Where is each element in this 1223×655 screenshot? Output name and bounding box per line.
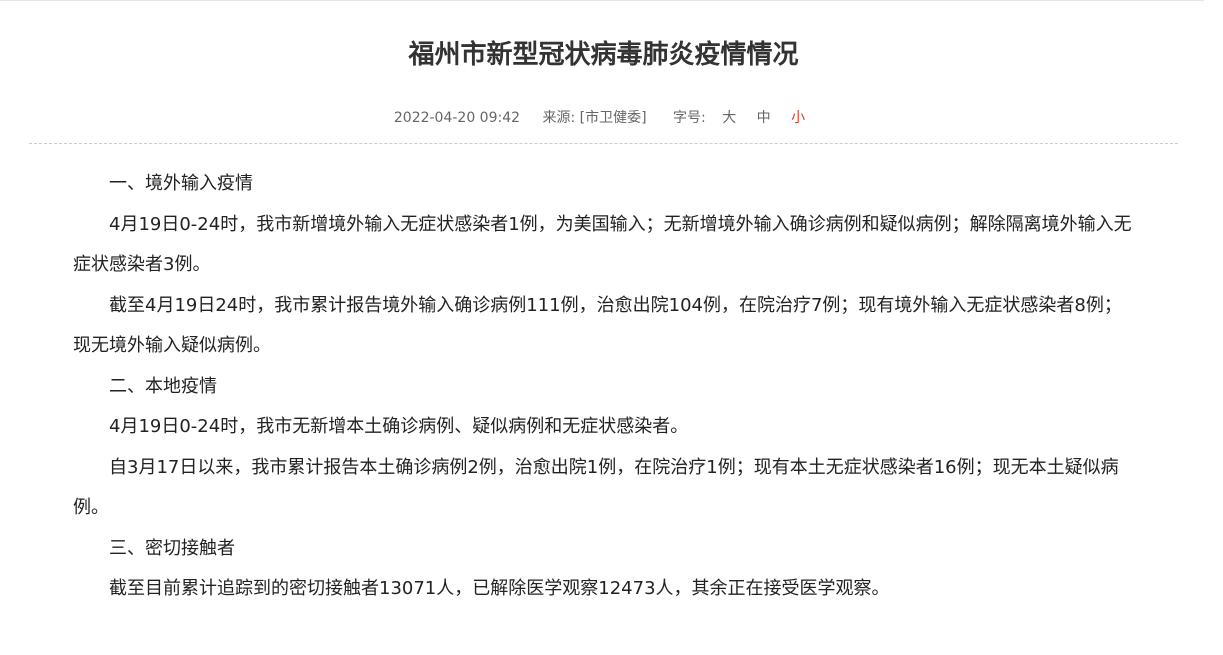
- section-heading-local: 二、本地疫情: [109, 375, 217, 397]
- section-heading-imported: 一、境外输入疫情: [109, 173, 253, 194]
- article-body: 一、境外输入疫情 4月19日0-24时，我市新增境外输入无症状感染者1例，为美国…: [29, 164, 1178, 610]
- article-container: 福州市新型冠状病毒肺炎疫情情况 2022-04-20 09:42 来源: [市卫…: [29, 0, 1178, 610]
- paragraph-local-daily: 4月19日0-24时，我市无新增本土确诊病例、疑似病例和无症状感染者。: [109, 416, 689, 437]
- article-source: 来源: [市卫健委]: [542, 110, 647, 126]
- section-heading-contacts: 三、密切接触者: [109, 537, 235, 559]
- font-size-small-button[interactable]: 小: [791, 108, 805, 128]
- font-size-large-button[interactable]: 大: [722, 108, 736, 128]
- font-size-label: 字号:: [673, 110, 706, 126]
- paragraph-imported-cumulative: 截至4月19日24时，我市累计报告境外输入确诊病例111例，治愈出院104例，在…: [73, 294, 1122, 357]
- publish-date: 2022-04-20 09:42: [393, 110, 521, 126]
- article-meta: 2022-04-20 09:42 来源: [市卫健委] 字号: 大 中 小: [29, 108, 1178, 128]
- paragraph-local-cumulative: 自3月17日以来，我市累计报告本土确诊病例2例，治愈出院1例，在院治疗1例；现有…: [73, 456, 1119, 519]
- article-title: 福州市新型冠状病毒肺炎疫情情况: [408, 40, 799, 70]
- meta-divider: [29, 143, 1178, 144]
- paragraph-imported-daily: 4月19日0-24时，我市新增境外输入无症状感染者1例，为美国输入；无新增境外输…: [73, 213, 1132, 276]
- font-size-medium-button[interactable]: 中: [757, 108, 771, 128]
- paragraph-contacts: 截至目前累计追踪到的密切接触者13071人，已解除医学观察12473人，其余正在…: [109, 578, 890, 599]
